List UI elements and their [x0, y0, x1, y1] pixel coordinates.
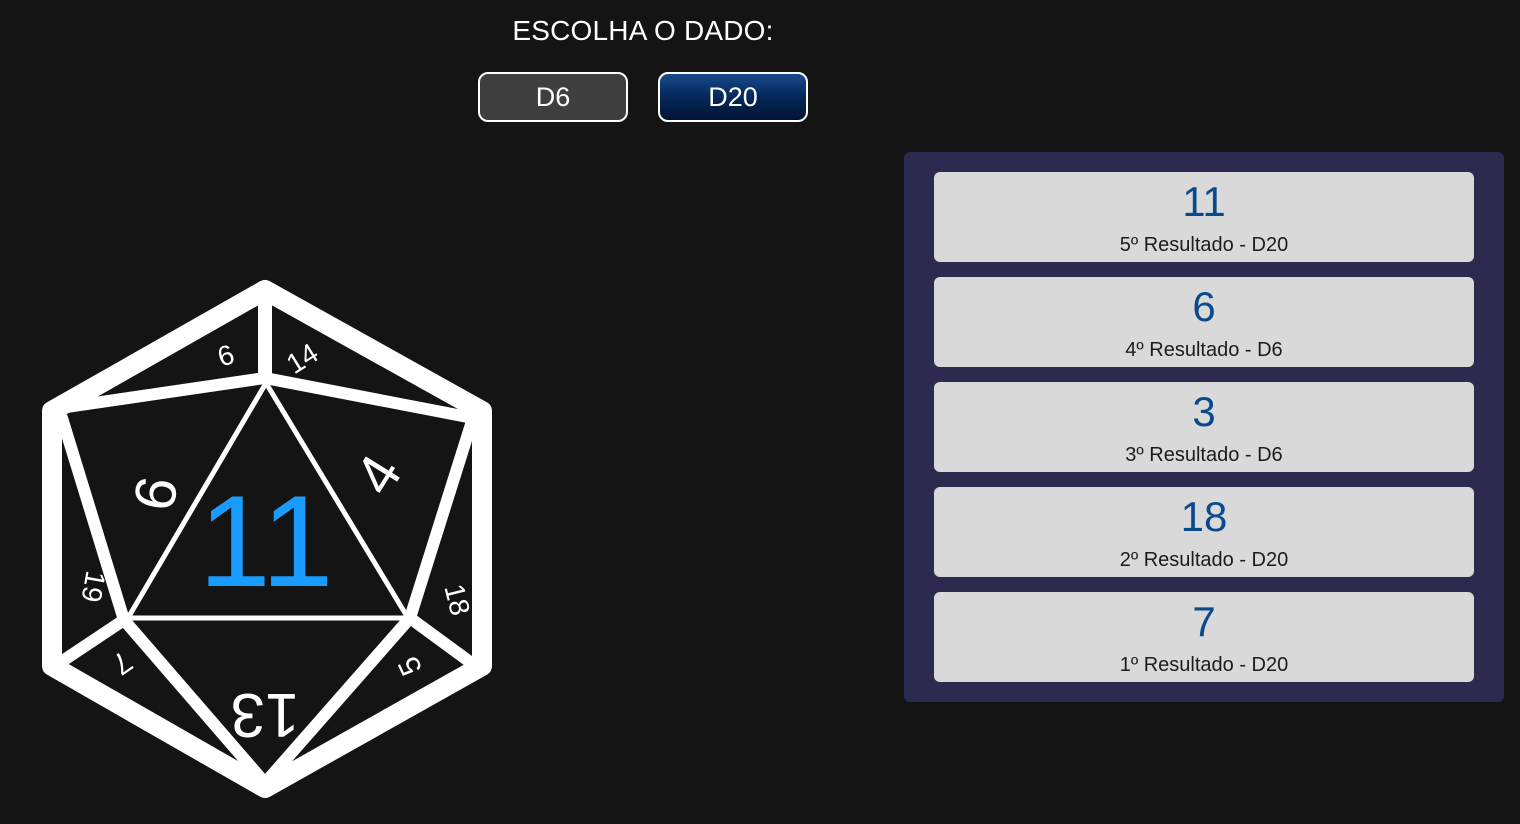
- result-label: 4º Resultado - D6: [1125, 339, 1283, 361]
- die-face-number: 9: [120, 472, 190, 515]
- die-face-number: 14: [281, 337, 324, 380]
- dice-choice-title: ESCOLHA O DADO:: [512, 15, 774, 46]
- result-label: 1º Resultado - D20: [1119, 654, 1289, 676]
- die-face-number: 5: [392, 651, 429, 680]
- results-panel: 11 5º Resultado - D20 6 4º Resultado - D…: [904, 152, 1504, 702]
- d20-button[interactable]: D20: [658, 72, 808, 122]
- d20-die[interactable]: 6 14 9 4 19 18 7 13 5 11: [40, 278, 496, 800]
- d6-button[interactable]: D6: [478, 72, 628, 122]
- die-face-number: 6: [214, 338, 238, 372]
- result-value: 11: [1182, 178, 1226, 225]
- result-value: 3: [1192, 388, 1216, 435]
- die-face-number: 7: [105, 644, 138, 681]
- result-card: 7 1º Resultado - D20: [934, 592, 1474, 682]
- die-face-number: 13: [231, 680, 300, 749]
- die-edges: [56, 412, 130, 666]
- die-face-number: 4: [342, 444, 414, 506]
- result-value: 6: [1192, 283, 1216, 330]
- result-card: 11 5º Resultado - D20: [934, 172, 1474, 262]
- die-face-number: 19: [75, 569, 111, 605]
- result-label: 2º Resultado - D20: [1119, 549, 1289, 571]
- result-card: 3 3º Resultado - D6: [934, 382, 1474, 472]
- result-label: 5º Resultado - D20: [1119, 234, 1289, 256]
- result-value: 18: [1180, 493, 1228, 540]
- result-card: 18 2º Resultado - D20: [934, 487, 1474, 577]
- die-result: 11: [199, 468, 334, 614]
- result-label: 3º Resultado - D6: [1125, 444, 1283, 466]
- die-face-number: 18: [438, 581, 476, 619]
- result-card: 6 4º Resultado - D6: [934, 277, 1474, 367]
- app-root: ESCOLHA O DADO: D6 D20 6 14 9 4 19 18 7 …: [0, 0, 1520, 824]
- result-value: 7: [1192, 598, 1216, 645]
- die-edges: [404, 412, 479, 668]
